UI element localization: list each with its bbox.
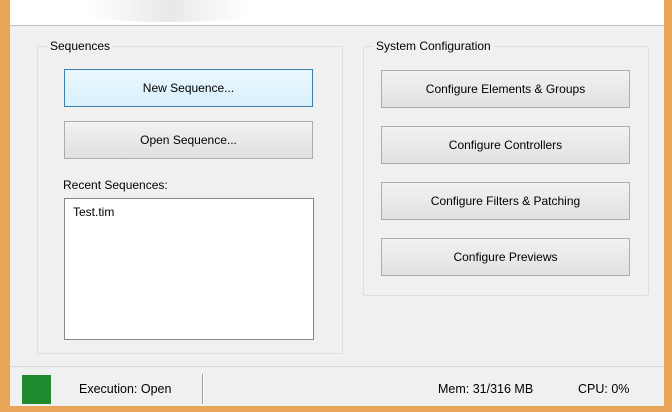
memory-usage-text: Mem: 31/316 MB <box>438 382 534 396</box>
configure-previews-button[interactable]: Configure Previews <box>381 238 630 276</box>
configure-filters-patching-button[interactable]: Configure Filters & Patching <box>381 182 630 220</box>
window-frame-right <box>664 0 672 412</box>
execution-status-indicator <box>22 375 51 404</box>
recent-sequences-list[interactable]: Test.tim <box>64 198 314 340</box>
configure-elements-groups-button[interactable]: Configure Elements & Groups <box>381 70 630 108</box>
configure-controllers-button[interactable]: Configure Controllers <box>381 126 630 164</box>
banner-divider <box>10 25 664 26</box>
window-frame-bottom <box>0 406 672 412</box>
sequences-group-label: Sequences <box>47 39 114 53</box>
banner-decoration <box>90 0 250 22</box>
status-bar-separator <box>10 366 664 367</box>
cpu-usage-text: CPU: 0% <box>578 382 630 396</box>
status-bar-divider <box>202 374 204 404</box>
system-configuration-group-label: System Configuration <box>373 39 494 53</box>
execution-status-text: Execution: Open <box>79 382 172 396</box>
new-sequence-button[interactable]: New Sequence... <box>64 69 313 107</box>
list-item[interactable]: Test.tim <box>73 205 114 219</box>
window-frame-left <box>0 0 10 412</box>
open-sequence-button[interactable]: Open Sequence... <box>64 121 313 159</box>
recent-sequences-label: Recent Sequences: <box>63 178 168 192</box>
